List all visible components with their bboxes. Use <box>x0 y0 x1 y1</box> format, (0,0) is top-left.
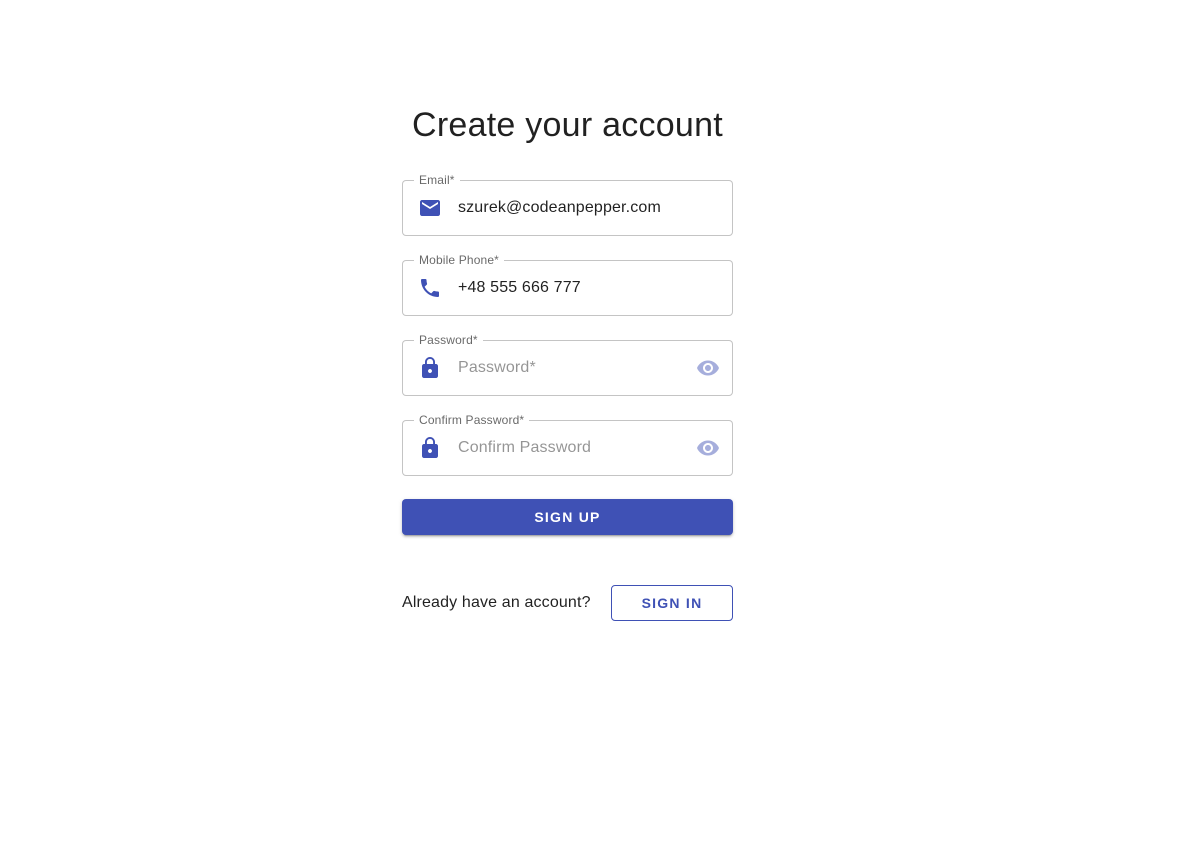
phone-icon <box>418 276 442 300</box>
confirm-password-input[interactable] <box>458 421 684 475</box>
lock-icon <box>418 436 442 460</box>
password-field[interactable]: Password* <box>402 332 733 396</box>
signin-prompt: Already have an account? <box>402 594 591 611</box>
phone-field[interactable]: Mobile Phone* <box>402 252 733 316</box>
email-input[interactable] <box>458 181 684 235</box>
lock-icon <box>418 356 442 380</box>
sign-in-button[interactable]: SIGN IN <box>611 585 733 621</box>
eye-icon[interactable] <box>696 356 720 380</box>
email-field[interactable]: Email* <box>402 172 733 236</box>
sign-up-button[interactable]: SIGN UP <box>402 499 733 535</box>
phone-input[interactable] <box>458 261 684 315</box>
mail-icon <box>418 196 442 220</box>
page-title: Create your account <box>412 106 723 144</box>
email-label: Email* <box>414 172 460 188</box>
confirm-password-field[interactable]: Confirm Password* <box>402 412 733 476</box>
eye-icon[interactable] <box>696 436 720 460</box>
password-input[interactable] <box>458 341 684 395</box>
